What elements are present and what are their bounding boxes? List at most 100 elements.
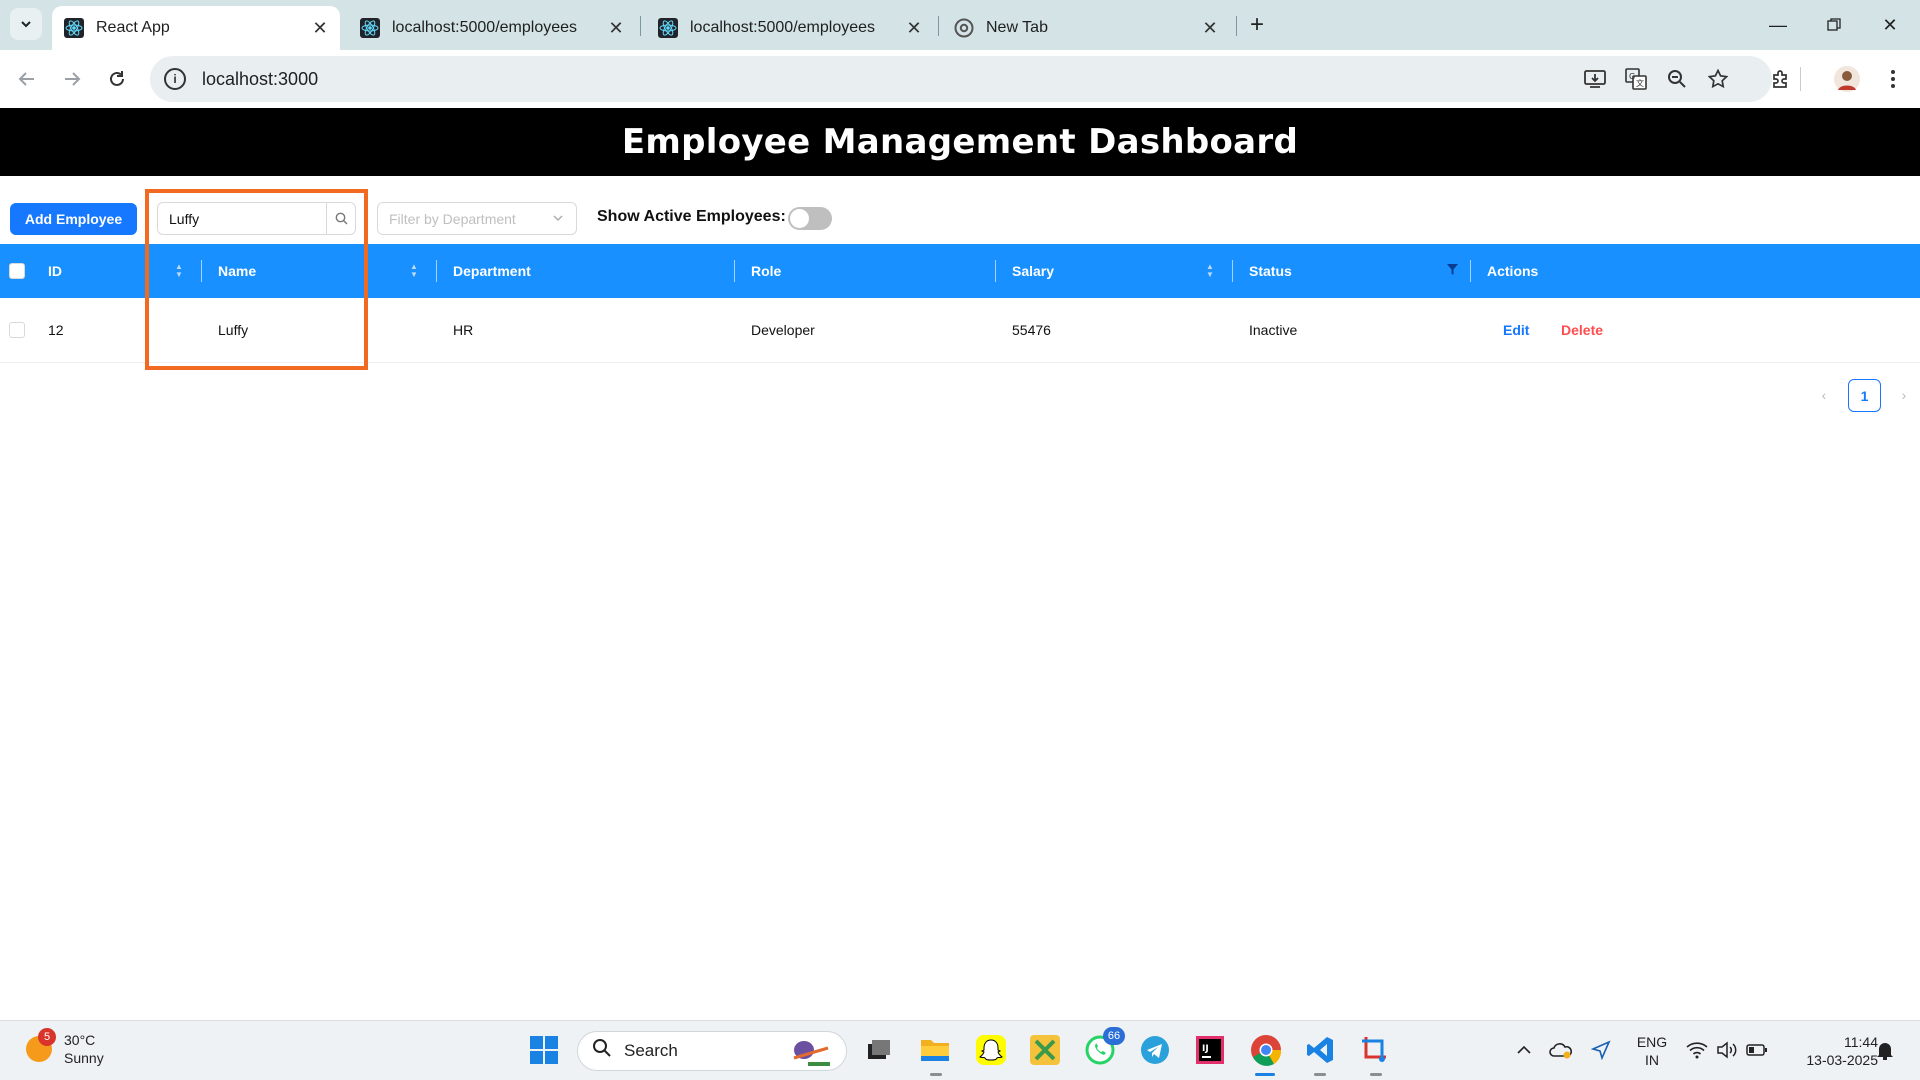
whatsapp-icon[interactable]: 66 (1083, 1027, 1125, 1067)
windows-taskbar: 5 30°C Sunny Search 66 IJ ENG IN 11:44 1… (0, 1020, 1920, 1080)
weather-temp: 30°C (64, 1032, 96, 1048)
column-divider (734, 260, 735, 282)
restore-icon[interactable] (1814, 8, 1854, 42)
column-header-actions: Actions (1487, 263, 1539, 279)
select-all-checkbox[interactable] (9, 263, 25, 279)
next-page-button[interactable]: › (1892, 378, 1916, 412)
bookmark-star-icon[interactable] (1703, 64, 1733, 94)
close-icon[interactable]: ✕ (308, 16, 332, 40)
more-menu-icon[interactable] (1878, 64, 1908, 94)
department-filter-select[interactable]: Filter by Department (377, 202, 577, 235)
tray-chevron-up-icon[interactable] (1507, 1033, 1541, 1067)
filter-funnel-icon[interactable] (1447, 264, 1458, 278)
wifi-icon[interactable] (1680, 1033, 1714, 1067)
xodo-app-icon[interactable] (1028, 1033, 1062, 1067)
new-tab-plus-icon[interactable]: + (1242, 10, 1272, 40)
cell-salary: 55476 (1012, 322, 1051, 338)
show-active-toggle[interactable] (788, 207, 832, 230)
tab-separator (1236, 16, 1237, 36)
tab-employees-1[interactable]: localhost:5000/employees ✕ (348, 6, 636, 50)
page-title: Employee Management Dashboard (621, 122, 1299, 162)
weather-widget[interactable]: 5 30°C Sunny (26, 1028, 104, 1067)
weather-condition: Sunny (64, 1050, 104, 1066)
column-divider (995, 260, 996, 282)
taskbar-search[interactable]: Search (577, 1031, 847, 1071)
close-icon[interactable]: ✕ (604, 16, 628, 40)
sort-icon[interactable]: ▲ ▼ (409, 262, 419, 280)
column-header-id[interactable]: ID (48, 244, 62, 298)
close-icon[interactable]: ✕ (1198, 16, 1222, 40)
edit-link[interactable]: Edit (1503, 298, 1529, 362)
tab-employees-2[interactable]: localhost:5000/employees ✕ (646, 6, 934, 50)
browser-toolbar: i localhost:3000 G文 (0, 50, 1920, 108)
language-line2: IN (1645, 1052, 1659, 1068)
tab-separator (938, 16, 939, 36)
snipping-tool-icon[interactable] (1358, 1033, 1392, 1067)
department-filter-placeholder: Filter by Department (389, 210, 516, 227)
volume-icon[interactable] (1710, 1033, 1744, 1067)
vscode-icon[interactable] (1303, 1033, 1337, 1067)
tab-new-tab[interactable]: New Tab ✕ (942, 6, 1230, 50)
task-view-icon[interactable] (861, 1033, 895, 1067)
back-arrow-icon[interactable] (10, 62, 44, 96)
column-header-salary[interactable]: Salary (1012, 244, 1054, 298)
onedrive-icon[interactable] (1544, 1033, 1578, 1067)
clock[interactable]: 11:44 13-03-2025 (1782, 1033, 1878, 1069)
active-indicator (1255, 1073, 1275, 1076)
toggle-knob (790, 209, 809, 228)
cell-status: Inactive (1249, 322, 1298, 338)
svg-text:IJ: IJ (1202, 1044, 1209, 1054)
site-info-icon[interactable]: i (164, 68, 186, 90)
tab-search-button[interactable] (10, 8, 42, 40)
zoom-out-icon[interactable] (1662, 64, 1692, 94)
page-1-button[interactable]: 1 (1848, 379, 1881, 412)
language-line1: ENG (1636, 1034, 1668, 1050)
column-header-role: Role (751, 263, 782, 279)
extensions-puzzle-icon[interactable] (1766, 64, 1796, 94)
clock-date: 13-03-2025 (1806, 1052, 1878, 1068)
taskbar-search-label: Search (624, 1041, 678, 1060)
language-indicator[interactable]: ENG IN (1630, 1033, 1674, 1069)
translate-icon[interactable]: G文 (1621, 64, 1651, 94)
profile-avatar[interactable] (1832, 64, 1862, 94)
browser-tab-strip: React App ✕ localhost:5000/employees ✕ l… (0, 0, 1920, 50)
search-highlight-icon (788, 1038, 832, 1071)
tab-separator (640, 16, 641, 36)
column-divider (1470, 260, 1471, 282)
row-checkbox[interactable] (9, 322, 25, 338)
react-icon (360, 18, 380, 38)
tab-react-app[interactable]: React App ✕ (52, 6, 340, 50)
tab-title: New Tab (986, 19, 1048, 36)
column-header-department: Department (453, 263, 531, 279)
react-icon (658, 18, 678, 38)
select-all-checkbox-cell[interactable] (9, 244, 25, 298)
telegram-icon[interactable] (1138, 1033, 1172, 1067)
notification-bell-icon[interactable] (1868, 1033, 1902, 1067)
show-active-label: Show Active Employees: (597, 208, 786, 225)
tab-title: localhost:5000/employees (690, 19, 876, 36)
minimize-icon[interactable]: — (1758, 8, 1798, 42)
column-divider (1232, 260, 1233, 282)
install-app-icon[interactable] (1580, 64, 1610, 94)
address-bar[interactable]: i localhost:3000 (150, 56, 1772, 102)
battery-icon[interactable] (1740, 1033, 1774, 1067)
sun-icon: 5 (26, 1028, 56, 1062)
start-windows-icon[interactable] (527, 1033, 561, 1067)
delete-link[interactable]: Delete (1561, 298, 1603, 362)
forward-arrow-icon[interactable] (55, 62, 89, 96)
reload-icon[interactable] (100, 62, 134, 96)
close-icon[interactable]: ✕ (902, 16, 926, 40)
location-arrow-icon[interactable] (1584, 1033, 1618, 1067)
add-employee-button[interactable]: Add Employee (10, 203, 137, 235)
close-window-icon[interactable]: ✕ (1870, 8, 1910, 42)
snapchat-icon[interactable] (974, 1033, 1008, 1067)
sort-icon[interactable]: ▲ ▼ (1205, 262, 1215, 280)
intellij-icon[interactable]: IJ (1193, 1033, 1227, 1067)
active-indicator (1370, 1073, 1382, 1076)
chrome-icon[interactable] (1249, 1033, 1283, 1067)
tab-title: localhost:5000/employees (392, 19, 578, 36)
file-explorer-icon[interactable] (918, 1033, 952, 1067)
row-checkbox-cell[interactable] (9, 298, 25, 362)
prev-page-button[interactable]: ‹ (1812, 378, 1836, 412)
chevron-down-icon (552, 211, 564, 227)
